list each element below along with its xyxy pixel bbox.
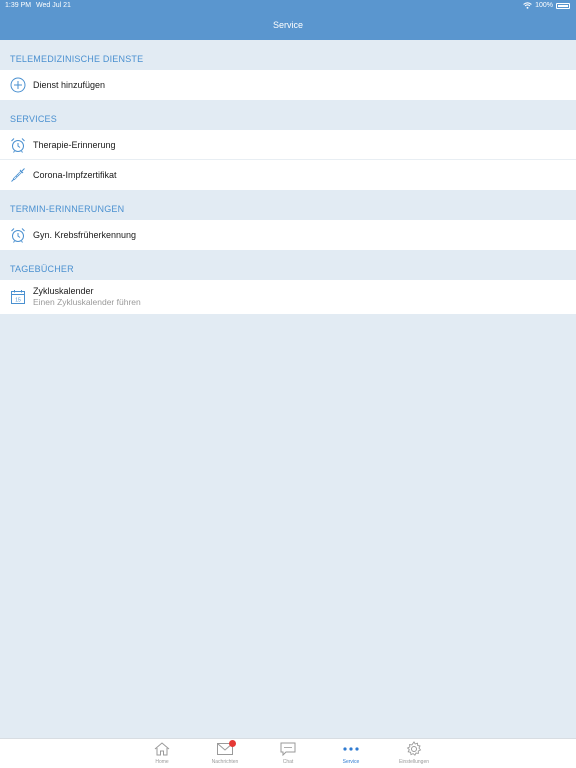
therapy-reminder-label: Therapie-Erinnerung [33,139,116,150]
chat-bubble-icon [279,741,297,757]
status-right: 100% [523,2,570,9]
page-title: Service [272,20,303,30]
add-service-label: Dienst hinzufügen [33,80,106,90]
cancer-screening-label: Gyn. Krebsfrüherkennung [33,230,137,240]
section-header-appointment-reminders: TERMIN-ERINNERUNGEN [0,190,576,220]
cycle-calendar-sublabel: Einen Zykluskalender führen [33,297,141,307]
tab-nachrichten-label: Nachrichten [211,759,239,765]
vaccination-certificate-label: Corona-Impfzertifikat [33,170,117,180]
cycle-calendar-row[interactable]: 15 Zykluskalender Einen Zykluskalender f… [0,280,576,314]
status-bar: 1:39 PM Wed Jul 21 100% [0,0,576,12]
more-dots-icon [342,741,360,757]
alarm-clock-icon [9,136,27,154]
battery-percent: 100% [535,2,553,9]
tab-bar: Home Nachrichten Chat Service Einstellun… [0,738,576,768]
syringe-icon [9,166,27,184]
notification-badge [229,740,236,747]
tab-nachrichten[interactable]: Nachrichten [195,740,255,768]
tab-chat[interactable]: Chat [258,741,318,768]
vaccination-certificate-row[interactable]: Corona-Impfzertifikat [0,160,576,190]
service-list: TELEMEDIZINISCHE DIENSTE Dienst hinzufüg… [0,40,576,314]
plus-circle-icon [9,76,27,94]
section-telemedizin: Dienst hinzufügen [0,70,576,100]
section-services: Therapie-Erinnerung Corona-Impfzertifika… [0,130,576,190]
section-diaries: 15 Zykluskalender Einen Zykluskalender f… [0,280,576,314]
wifi-icon [523,2,532,9]
calendar-icon: 15 [9,288,27,306]
tab-einstellungen-label: Einstellungen [398,759,430,765]
home-icon [153,741,171,757]
top-bar: 1:39 PM Wed Jul 21 100% Service [0,0,576,40]
tab-home[interactable]: Home [132,741,192,768]
tab-service-label: Service [342,759,360,765]
cancer-screening-row[interactable]: Gyn. Krebsfrüherkennung [0,220,576,250]
section-header-diaries: TAGEBÜCHER [0,250,576,280]
section-header-services: SERVICES [0,100,576,130]
tab-home-label: Home [155,759,169,765]
therapy-reminder-row[interactable]: Therapie-Erinnerung [0,130,576,160]
status-date: Wed Jul 21 [36,2,71,9]
section-header-telemedizin: TELEMEDIZINISCHE DIENSTE [0,40,576,70]
cycle-calendar-label: Zykluskalender [33,286,94,296]
gear-icon [405,741,423,757]
add-service-row[interactable]: Dienst hinzufügen [0,70,576,100]
battery-icon [556,2,570,9]
tab-einstellungen[interactable]: Einstellungen [384,741,444,768]
tab-service[interactable]: Service [321,741,381,768]
section-appointment-reminders: Gyn. Krebsfrüherkennung [0,220,576,250]
status-time: 1:39 PM [5,2,32,9]
calendar-icon-day: 15 [15,297,21,303]
alarm-clock-icon [9,226,27,244]
tab-chat-label: Chat [282,759,294,765]
